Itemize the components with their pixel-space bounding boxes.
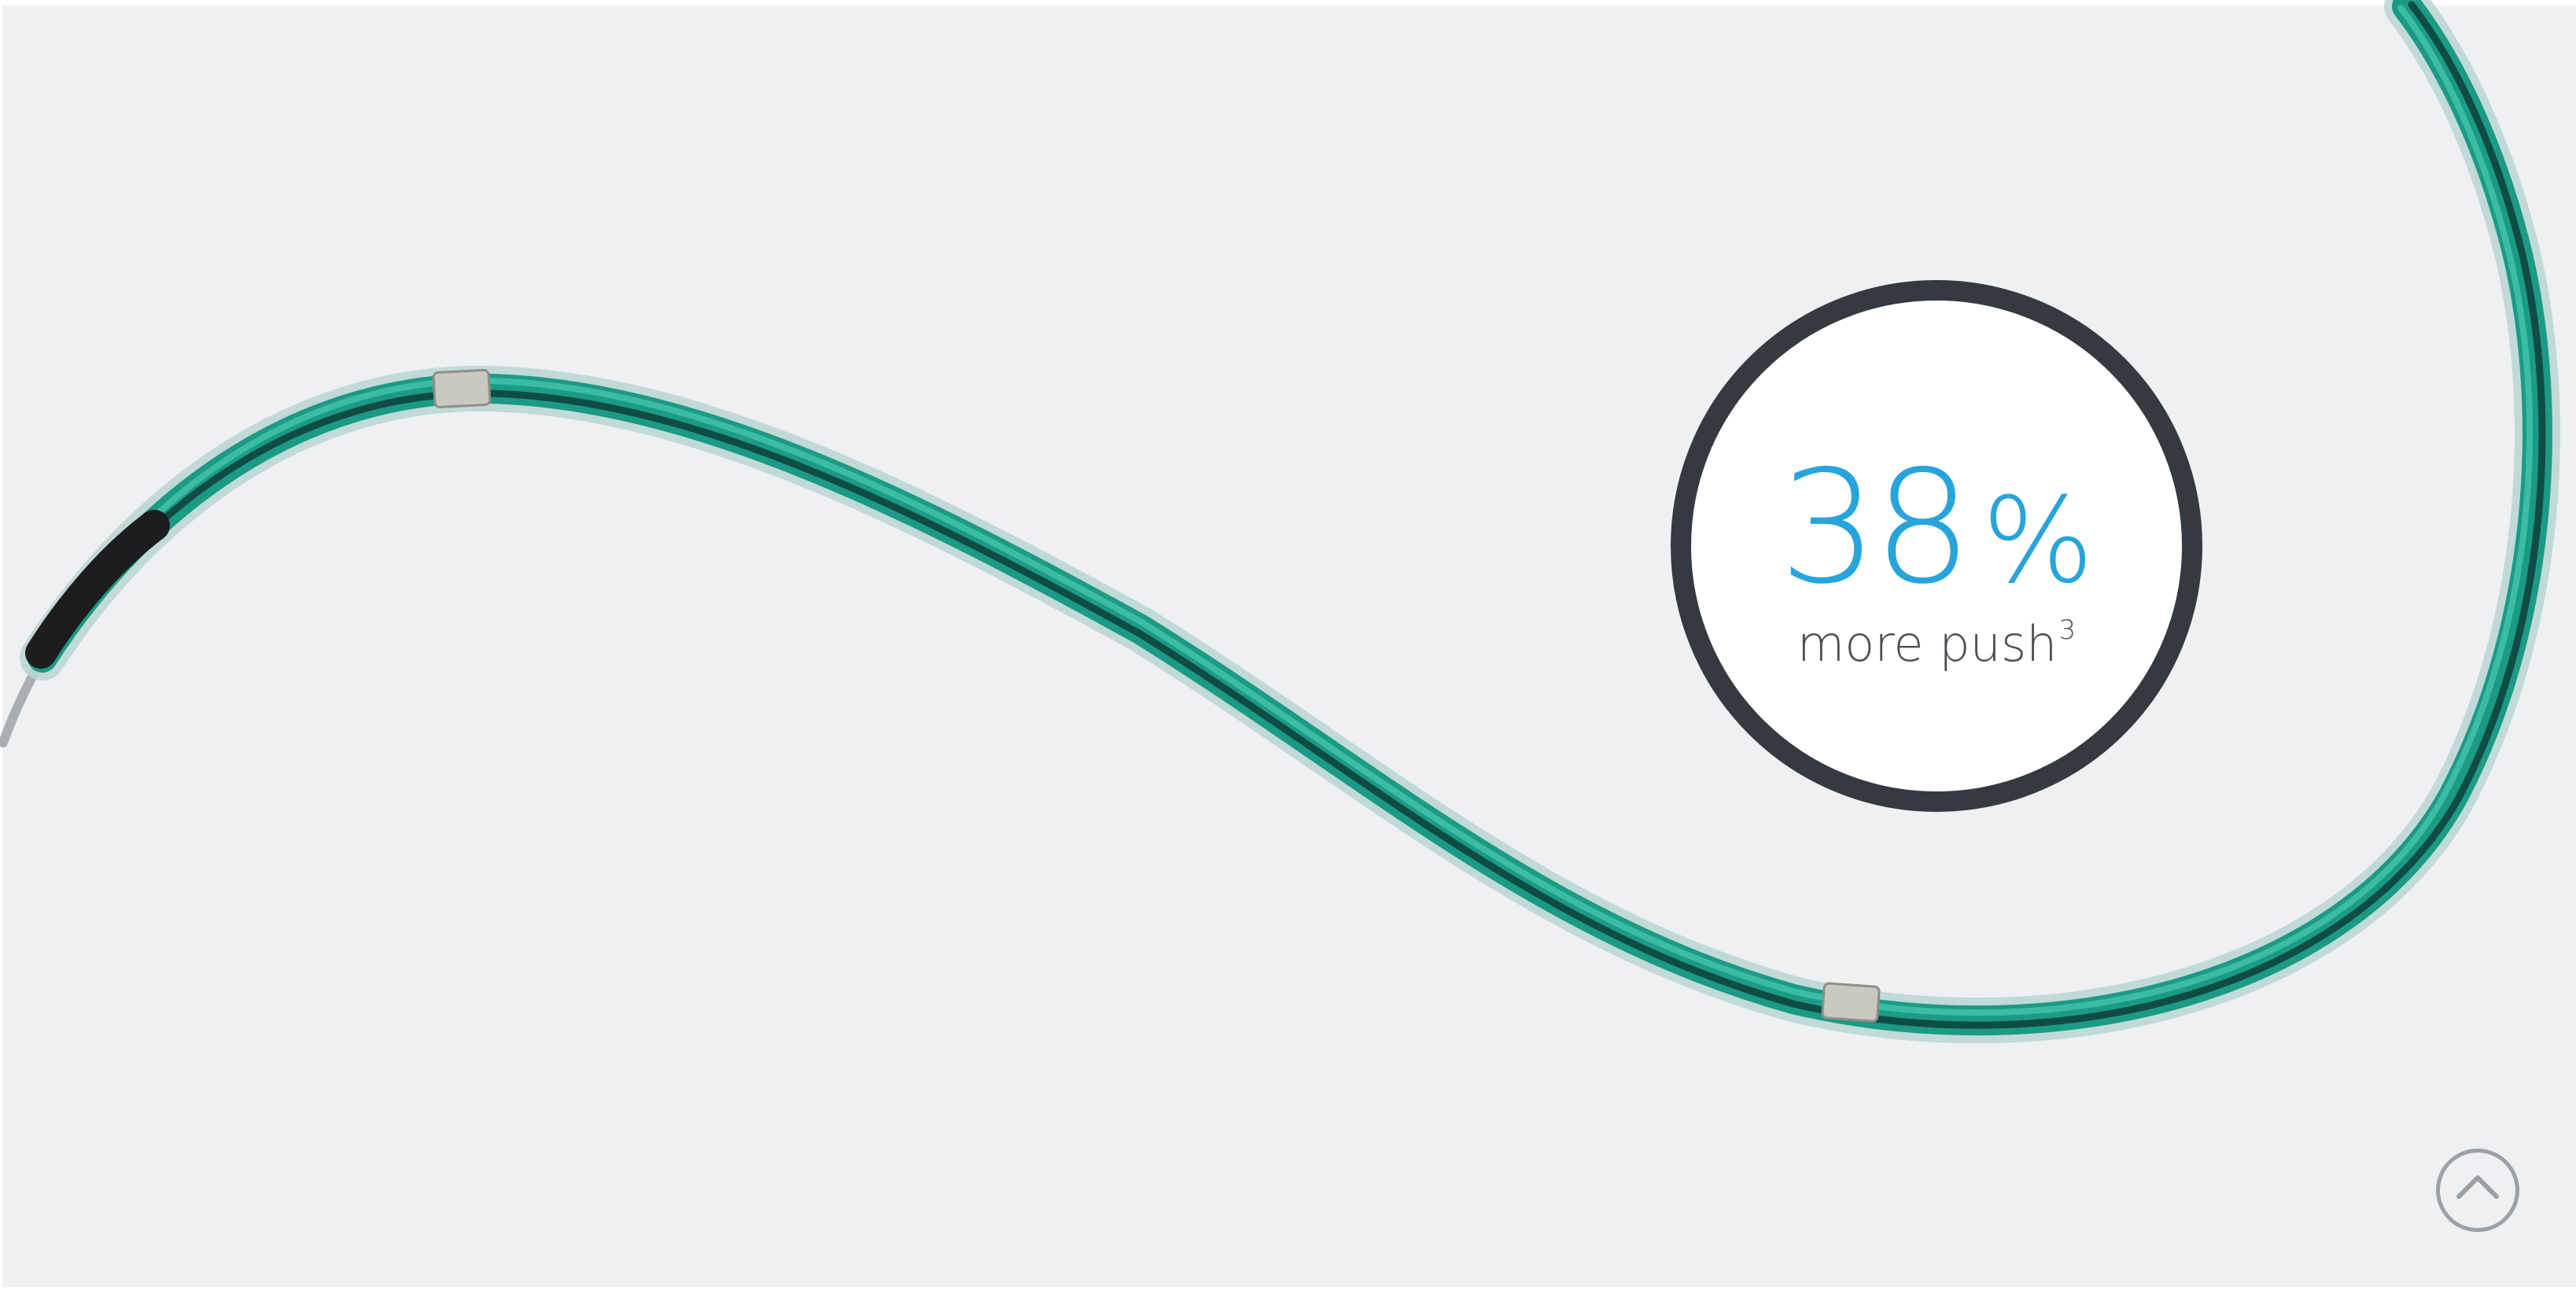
footnote-marker: 3 [2058,614,2077,646]
marker-band-right [1821,982,1881,1023]
stat-unit: % [1981,473,2095,610]
scroll-to-top-button[interactable] [2436,1149,2519,1232]
catheter-dark-tip [25,510,170,669]
marker-band-left [432,369,492,408]
stat-badge: 38% more push3 [1671,280,2202,812]
stat-number: 38 [1778,437,1973,618]
page: 38% more push3 [0,0,2576,1291]
stat-caption: more push3 [1691,617,2182,669]
chevron-up-icon [2456,1175,2499,1199]
catheter-image [0,0,2560,1044]
stat-caption-text: more push [1797,615,2058,673]
stat-value: 38% [1691,450,2182,606]
